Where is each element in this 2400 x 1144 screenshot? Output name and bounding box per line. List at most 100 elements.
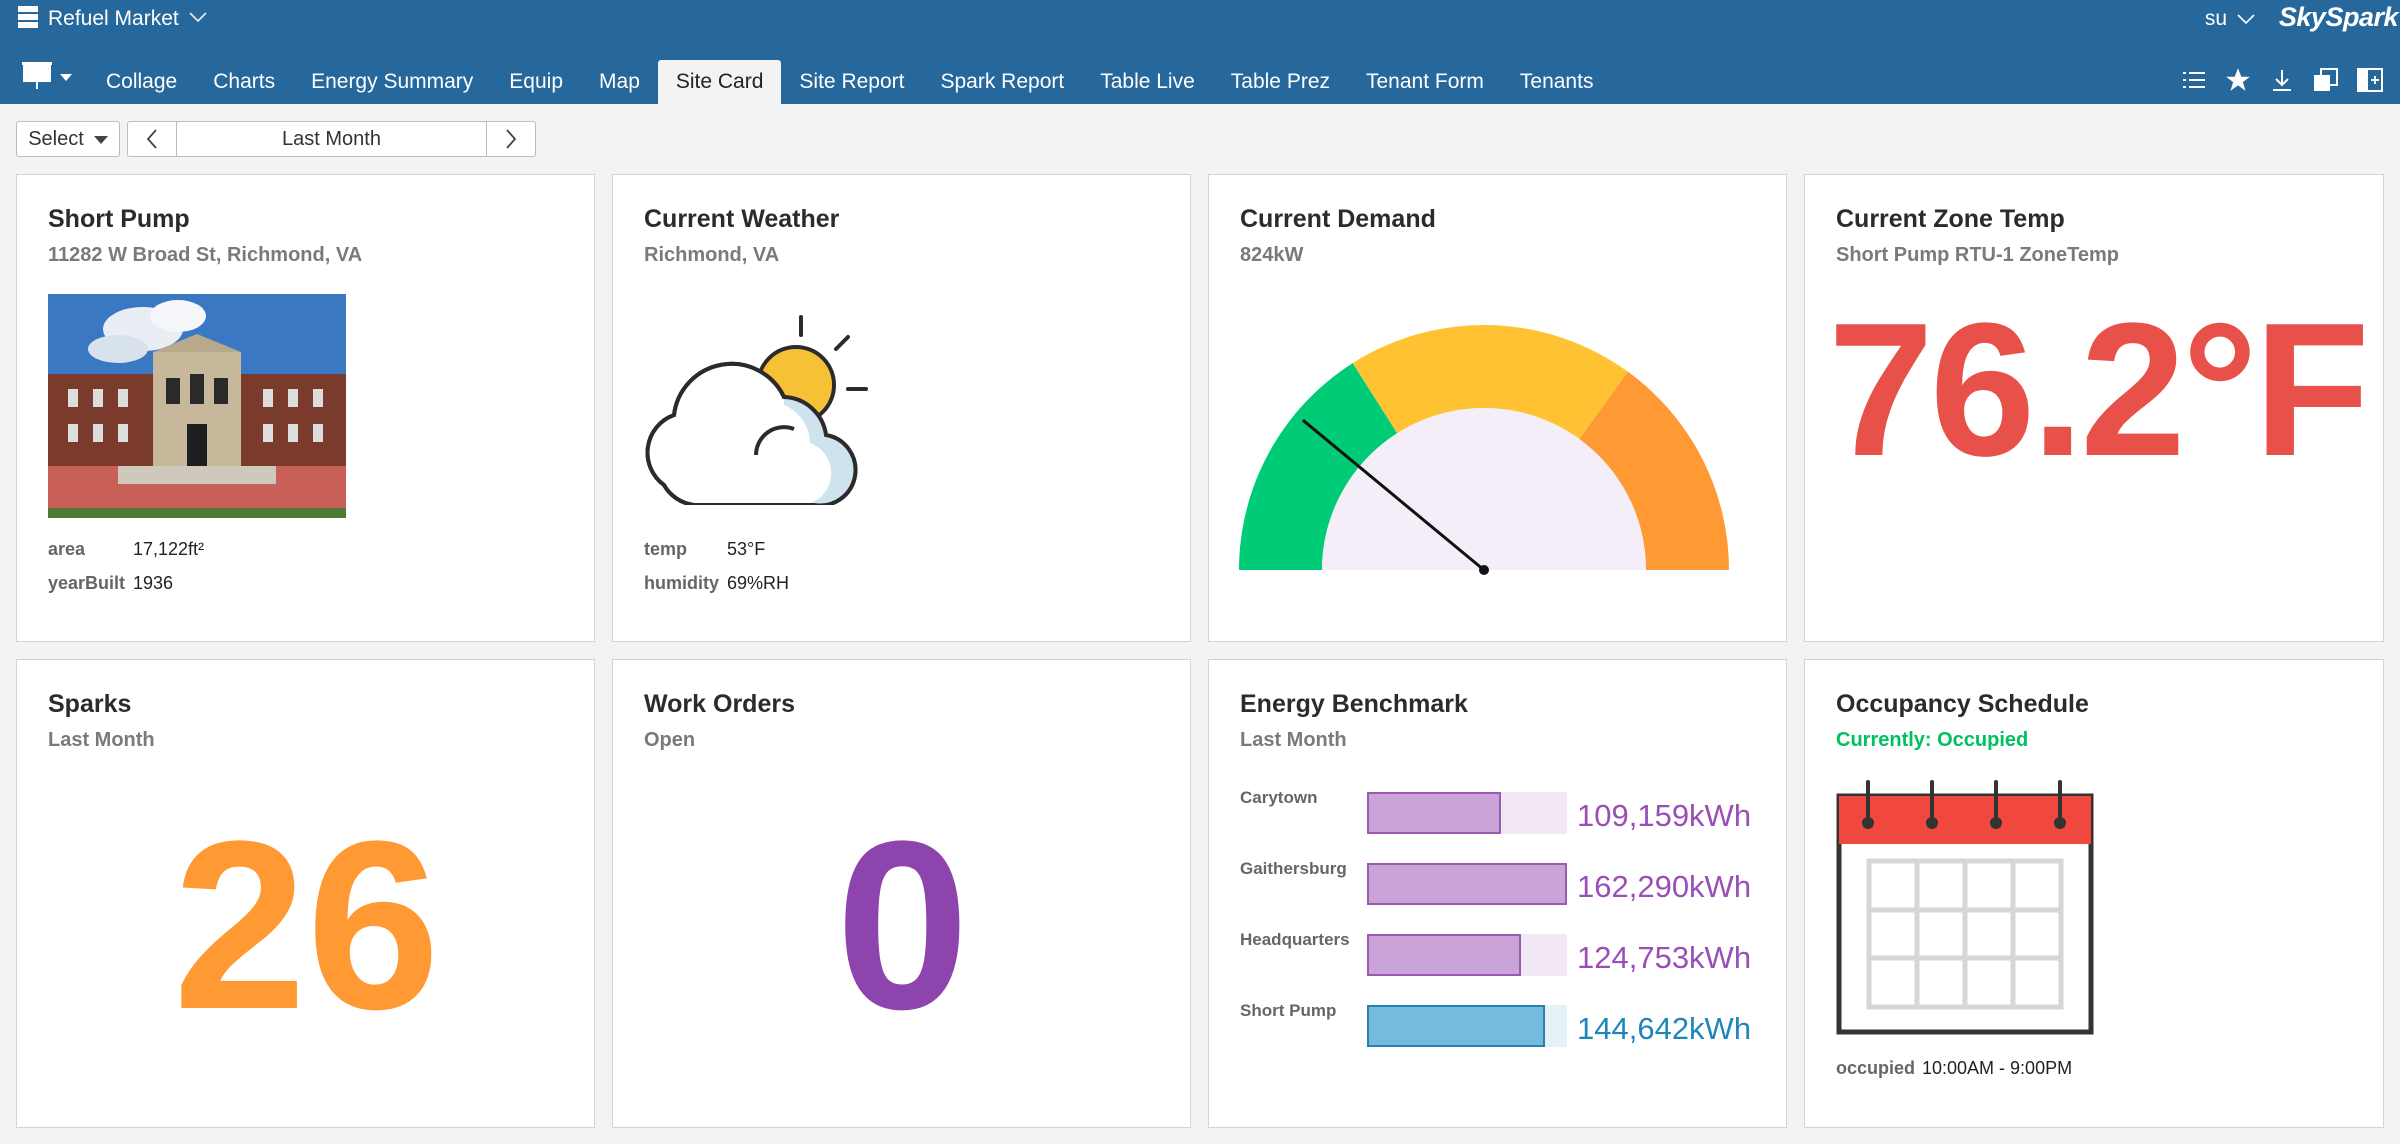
panel-toggle-icon[interactable] bbox=[2356, 66, 2384, 94]
area-label: area bbox=[48, 539, 86, 559]
zone-temp-point: Short Pump RTU-1 ZoneTemp bbox=[1836, 244, 2119, 266]
partly-cloudy-icon bbox=[644, 305, 884, 508]
tab-tenants[interactable]: Tenants bbox=[1502, 60, 1612, 104]
occupancy-card[interactable]: Occupancy Schedule Currently: Occupied o… bbox=[1804, 659, 2384, 1128]
work-orders-card[interactable]: Work Orders Open 0 bbox=[612, 659, 1191, 1128]
year-built-value: 1936 bbox=[133, 573, 174, 593]
app-name: Refuel Market bbox=[48, 7, 179, 30]
occupied-row: occupied 10:00AM - 9:00PM bbox=[1836, 1058, 2072, 1079]
star-icon[interactable] bbox=[2224, 66, 2252, 94]
benchmark-site-name: Short Pump bbox=[1240, 1001, 1337, 1020]
benchmark-site-name: Carytown bbox=[1240, 788, 1318, 807]
user-menu[interactable]: su bbox=[2205, 4, 2255, 34]
caret-down-icon bbox=[60, 69, 72, 87]
tab-table-live[interactable]: Table Live bbox=[1082, 60, 1213, 104]
demand-card[interactable]: Current Demand 824kW bbox=[1208, 174, 1787, 642]
card-title: Current Weather bbox=[644, 205, 840, 233]
tab-tenant-form[interactable]: Tenant Form bbox=[1348, 60, 1502, 104]
benchmark-row[interactable]: Carytown 109,159kWh bbox=[1240, 788, 1780, 848]
user-name: su bbox=[2204, 7, 2227, 30]
benchmark-bar bbox=[1367, 1005, 1545, 1047]
app-menu[interactable]: Refuel Market bbox=[18, 4, 207, 34]
toolbar-icons bbox=[2180, 64, 2384, 96]
temp-value: 53°F bbox=[727, 539, 766, 559]
weather-card[interactable]: Current Weather Richmond, VA temp 53°F h… bbox=[612, 174, 1191, 642]
occupancy-status: Currently: Occupied bbox=[1836, 729, 2029, 751]
benchmark-row[interactable]: Gaithersburg 162,290kWh bbox=[1240, 859, 1780, 919]
occupied-hours: 10:00AM - 9:00PM bbox=[1922, 1058, 2073, 1078]
benchmark-value: 162,290kWh bbox=[1577, 869, 1752, 904]
card-title: Sparks bbox=[48, 690, 132, 718]
benchmark-bar bbox=[1367, 863, 1567, 905]
view-switcher[interactable] bbox=[22, 61, 72, 95]
benchmark-period: Last Month bbox=[1240, 729, 1347, 751]
tab-site-report[interactable]: Site Report bbox=[781, 60, 922, 104]
tab-map[interactable]: Map bbox=[581, 60, 658, 104]
benchmark-bar-track bbox=[1367, 1005, 1567, 1047]
benchmark-bar bbox=[1367, 934, 1521, 976]
list-icon[interactable] bbox=[2180, 66, 2208, 94]
chevron-down-icon bbox=[2237, 7, 2255, 31]
area-value: 17,122ft² bbox=[133, 539, 205, 559]
date-range-label[interactable]: Last Month bbox=[176, 122, 487, 156]
demand-value: 824kW bbox=[1240, 244, 1304, 266]
temp-row: temp 53°F bbox=[644, 539, 765, 560]
site-photo bbox=[48, 294, 346, 518]
tab-spark-report[interactable]: Spark Report bbox=[922, 60, 1082, 104]
presentation-icon bbox=[22, 61, 54, 95]
zone-temp-card[interactable]: Current Zone Temp Short Pump RTU-1 ZoneT… bbox=[1804, 174, 2384, 642]
card-title: Energy Benchmark bbox=[1240, 690, 1468, 718]
humidity-row: humidity 69%RH bbox=[644, 573, 789, 594]
site-card[interactable]: Short Pump 11282 W Broad St, Richmond, V… bbox=[16, 174, 595, 642]
demand-gauge bbox=[1239, 325, 1729, 575]
benchmark-bar bbox=[1367, 792, 1501, 834]
chevron-left-icon bbox=[146, 129, 157, 149]
benchmark-site-name: Gaithersburg bbox=[1240, 859, 1347, 878]
benchmark-value: 124,753kWh bbox=[1577, 940, 1752, 975]
tab-table-prez[interactable]: Table Prez bbox=[1213, 60, 1348, 104]
benchmark-value: 144,642kWh bbox=[1577, 1011, 1752, 1046]
zone-temp-value: 76.2°F bbox=[1828, 284, 2370, 496]
select-dropdown[interactable]: Select bbox=[16, 121, 120, 157]
view-tabs: Collage Charts Energy Summary Equip Map … bbox=[88, 60, 1611, 104]
weather-location: Richmond, VA bbox=[644, 244, 780, 266]
tab-charts[interactable]: Charts bbox=[195, 60, 293, 104]
date-range-control: Last Month bbox=[127, 121, 536, 157]
benchmark-value: 109,159kWh bbox=[1577, 798, 1752, 833]
sparks-card[interactable]: Sparks Last Month 26 bbox=[16, 659, 595, 1128]
benchmark-bar-track bbox=[1367, 792, 1567, 834]
benchmark-row[interactable]: Short Pump 144,642kWh bbox=[1240, 1001, 1780, 1061]
tab-equip[interactable]: Equip bbox=[491, 60, 581, 104]
download-icon[interactable] bbox=[2268, 66, 2296, 94]
temp-label: temp bbox=[644, 539, 688, 559]
benchmark-bar-track bbox=[1367, 863, 1567, 905]
select-label: Select bbox=[28, 127, 84, 150]
tab-collage[interactable]: Collage bbox=[88, 60, 195, 104]
card-title: Occupancy Schedule bbox=[1836, 690, 2089, 718]
date-prev-button[interactable] bbox=[128, 122, 176, 156]
brand-logo: SkySpark bbox=[2278, 2, 2399, 32]
calendar-icon bbox=[1836, 777, 2096, 1037]
date-next-button[interactable] bbox=[487, 122, 535, 156]
sparks-count: 26 bbox=[173, 791, 440, 1059]
benchmark-row[interactable]: Headquarters 124,753kWh bbox=[1240, 930, 1780, 990]
site-address: 11282 W Broad St, Richmond, VA bbox=[48, 244, 363, 266]
copy-icon[interactable] bbox=[2312, 66, 2340, 94]
benchmark-bar-track bbox=[1367, 934, 1567, 976]
sparks-period: Last Month bbox=[48, 729, 155, 751]
caret-down-icon bbox=[93, 128, 108, 151]
chevron-right-icon bbox=[506, 129, 517, 149]
area-row: area 17,122ft² bbox=[48, 539, 204, 560]
card-title: Short Pump bbox=[48, 205, 190, 233]
energy-benchmark-card[interactable]: Energy Benchmark Last Month Carytown 109,… bbox=[1208, 659, 1787, 1128]
card-title: Work Orders bbox=[644, 690, 795, 718]
card-title: Current Zone Temp bbox=[1836, 205, 2065, 233]
year-built-row: yearBuilt 1936 bbox=[48, 573, 173, 594]
tab-site-card[interactable]: Site Card bbox=[657, 60, 782, 104]
benchmark-site-name: Headquarters bbox=[1240, 930, 1350, 949]
top-bar: Refuel Market su SkySpark Collage Charts… bbox=[0, 0, 2400, 104]
year-built-label: yearBuilt bbox=[48, 573, 126, 593]
humidity-label: humidity bbox=[644, 573, 719, 593]
tab-energy-summary[interactable]: Energy Summary bbox=[293, 60, 491, 104]
card-title: Current Demand bbox=[1240, 205, 1436, 233]
